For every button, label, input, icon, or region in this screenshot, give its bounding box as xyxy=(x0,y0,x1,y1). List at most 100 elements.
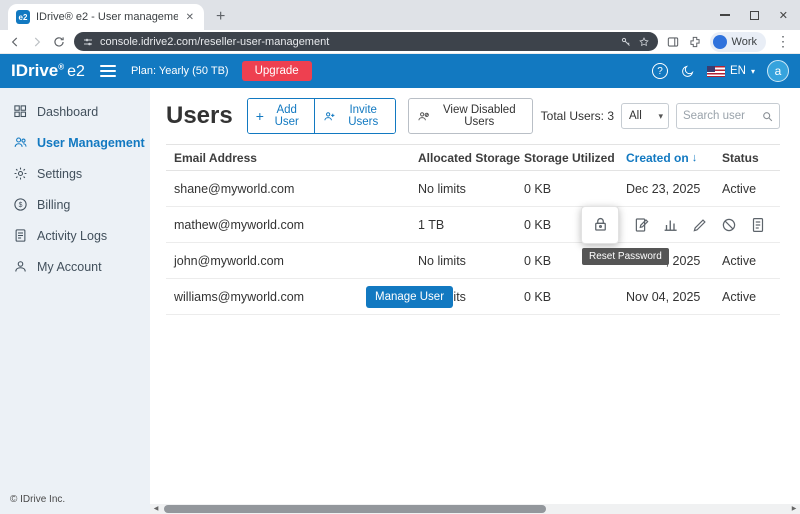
sidebar-item-label: Dashboard xyxy=(37,105,98,119)
user-logs-icon[interactable] xyxy=(749,216,767,234)
sidebar-item-label: Activity Logs xyxy=(37,229,107,243)
forward-icon[interactable] xyxy=(30,35,44,49)
account-avatar[interactable]: a xyxy=(767,60,789,82)
sidebar-item-dashboard[interactable]: Dashboard xyxy=(0,96,150,127)
hamburger-menu-icon[interactable] xyxy=(98,63,118,79)
tab-close-icon[interactable]: ✕ xyxy=(184,12,196,23)
cell-allocated: No limits xyxy=(418,182,524,196)
header-right-cluster: ? EN ▾ a xyxy=(652,60,789,82)
extensions-icon[interactable] xyxy=(688,35,702,49)
url-text: console.idrive2.com/reseller-user-manage… xyxy=(100,36,614,48)
idrive-e2-logo[interactable]: IDrive®e2 xyxy=(11,61,85,81)
refresh-icon[interactable] xyxy=(52,35,66,49)
logo-product: e2 xyxy=(67,63,85,80)
invite-users-button[interactable]: Invite Users xyxy=(314,99,395,133)
search-input[interactable] xyxy=(683,110,758,122)
table-header-row: Email Address Allocated Storage Storage … xyxy=(166,144,780,171)
manage-user-button[interactable]: Manage User xyxy=(366,286,453,308)
site-settings-icon[interactable] xyxy=(82,36,94,48)
side-panel-icon[interactable] xyxy=(666,35,680,49)
row-action-icons: Reset Password xyxy=(581,206,767,244)
cell-created: Dec 23, 2025 xyxy=(626,182,722,196)
cell-status: Active xyxy=(722,254,780,268)
profile-label: Work xyxy=(732,36,757,48)
disabled-user-icon xyxy=(417,110,430,123)
browser-profile-chip[interactable]: Work xyxy=(710,32,766,52)
browser-menu-icon[interactable]: ⋮ xyxy=(774,33,792,50)
horizontal-scrollbar: ◀ ▶ xyxy=(150,504,800,514)
language-label: EN xyxy=(730,65,746,77)
invite-user-icon xyxy=(323,110,336,123)
table-row[interactable]: john@myworld.com No limits 0 KB Dec 23, … xyxy=(166,243,780,279)
page-title: Users xyxy=(166,102,233,130)
sidebar-item-user-management[interactable]: User Management xyxy=(0,127,150,158)
cell-allocated: No limits xyxy=(418,254,524,268)
user-actions-button-group: + Add User Invite Users xyxy=(247,98,396,134)
sidebar-item-billing[interactable]: $ Billing xyxy=(0,189,150,220)
profile-avatar-icon xyxy=(713,35,727,49)
view-disabled-users-button[interactable]: View Disabled Users xyxy=(408,98,533,134)
sidebar-item-label: User Management xyxy=(37,136,145,150)
sidebar-item-label: Billing xyxy=(37,198,70,212)
chevron-down-icon: ▾ xyxy=(751,67,755,76)
language-selector[interactable]: EN ▾ xyxy=(707,65,755,77)
sidebar-item-settings[interactable]: Settings xyxy=(0,158,150,189)
sidebar-item-label: My Account xyxy=(37,260,102,274)
plus-icon: + xyxy=(256,110,264,122)
sidebar-item-activity-logs[interactable]: Activity Logs xyxy=(0,220,150,251)
svg-text:$: $ xyxy=(19,202,23,209)
cell-email: mathew@myworld.com xyxy=(166,218,418,232)
address-bar[interactable]: console.idrive2.com/reseller-user-manage… xyxy=(74,32,658,51)
disable-user-icon[interactable] xyxy=(720,216,738,234)
logo-registered-mark: ® xyxy=(58,62,64,71)
add-user-label: Add User xyxy=(268,104,306,128)
chevron-down-icon: ▾ xyxy=(658,111,663,122)
help-icon[interactable]: ? xyxy=(652,63,668,79)
new-tab-button[interactable]: + xyxy=(216,9,225,25)
user-filter-select[interactable]: All ▾ xyxy=(621,103,669,129)
window-minimize-button[interactable] xyxy=(720,14,730,16)
main-content: Users + Add User Invite Users xyxy=(150,88,800,514)
page-header-row: Users + Add User Invite Users xyxy=(166,98,780,134)
reset-password-icon[interactable]: Reset Password xyxy=(581,206,619,244)
window-controls: ✕ xyxy=(720,0,788,30)
scrollbar-thumb[interactable] xyxy=(164,505,546,513)
column-header-email: Email Address xyxy=(166,151,418,165)
add-user-button[interactable]: + Add User xyxy=(248,99,314,133)
browser-toolbar: console.idrive2.com/reseller-user-manage… xyxy=(0,30,800,54)
column-header-allocated-storage: Allocated Storage xyxy=(418,151,524,165)
edit-user-icon[interactable] xyxy=(691,216,709,234)
column-header-created-on[interactable]: Created on ↓ xyxy=(626,151,722,165)
bookmark-star-icon[interactable] xyxy=(638,36,650,48)
logo-text: IDrive xyxy=(11,61,58,80)
tab-favicon-icon: e2 xyxy=(16,10,30,24)
upgrade-button[interactable]: Upgrade xyxy=(242,61,312,81)
usage-stats-icon[interactable] xyxy=(662,216,680,234)
window-close-button[interactable]: ✕ xyxy=(779,9,788,22)
password-key-icon[interactable] xyxy=(620,36,632,48)
browser-tab[interactable]: e2 IDrive® e2 - User management ✕ xyxy=(8,4,204,30)
users-table: Email Address Allocated Storage Storage … xyxy=(166,144,780,315)
scroll-right-arrow-icon[interactable]: ▶ xyxy=(788,504,800,514)
window-maximize-button[interactable] xyxy=(750,11,759,20)
person-icon xyxy=(13,259,28,274)
table-row[interactable]: williams@myworld.com No limits 0 KB Nov … xyxy=(166,279,780,315)
back-icon[interactable] xyxy=(8,35,22,49)
dashboard-icon xyxy=(13,104,28,119)
us-flag-icon xyxy=(707,66,725,77)
dark-mode-moon-icon[interactable] xyxy=(680,64,695,79)
sidebar-item-label: Settings xyxy=(37,167,82,181)
view-disabled-users-label: View Disabled Users xyxy=(435,104,524,128)
table-row-hovered[interactable]: mathew@myworld.com 1 TB 0 KB Reset Passw… xyxy=(166,207,780,243)
tab-title: IDrive® e2 - User management xyxy=(36,11,178,23)
edit-storage-icon[interactable] xyxy=(633,216,651,234)
sidebar: Dashboard User Management Settings $ Bil… xyxy=(0,88,150,514)
browser-tab-strip: e2 IDrive® e2 - User management ✕ + ✕ xyxy=(0,0,800,30)
cell-status: Active xyxy=(722,182,780,196)
table-row[interactable]: shane@myworld.com No limits 0 KB Dec 23,… xyxy=(166,171,780,207)
sidebar-item-my-account[interactable]: My Account xyxy=(0,251,150,282)
sort-desc-icon: ↓ xyxy=(692,152,698,164)
users-icon xyxy=(13,135,28,150)
scroll-left-arrow-icon[interactable]: ◀ xyxy=(150,504,162,514)
search-icon[interactable] xyxy=(761,110,774,123)
